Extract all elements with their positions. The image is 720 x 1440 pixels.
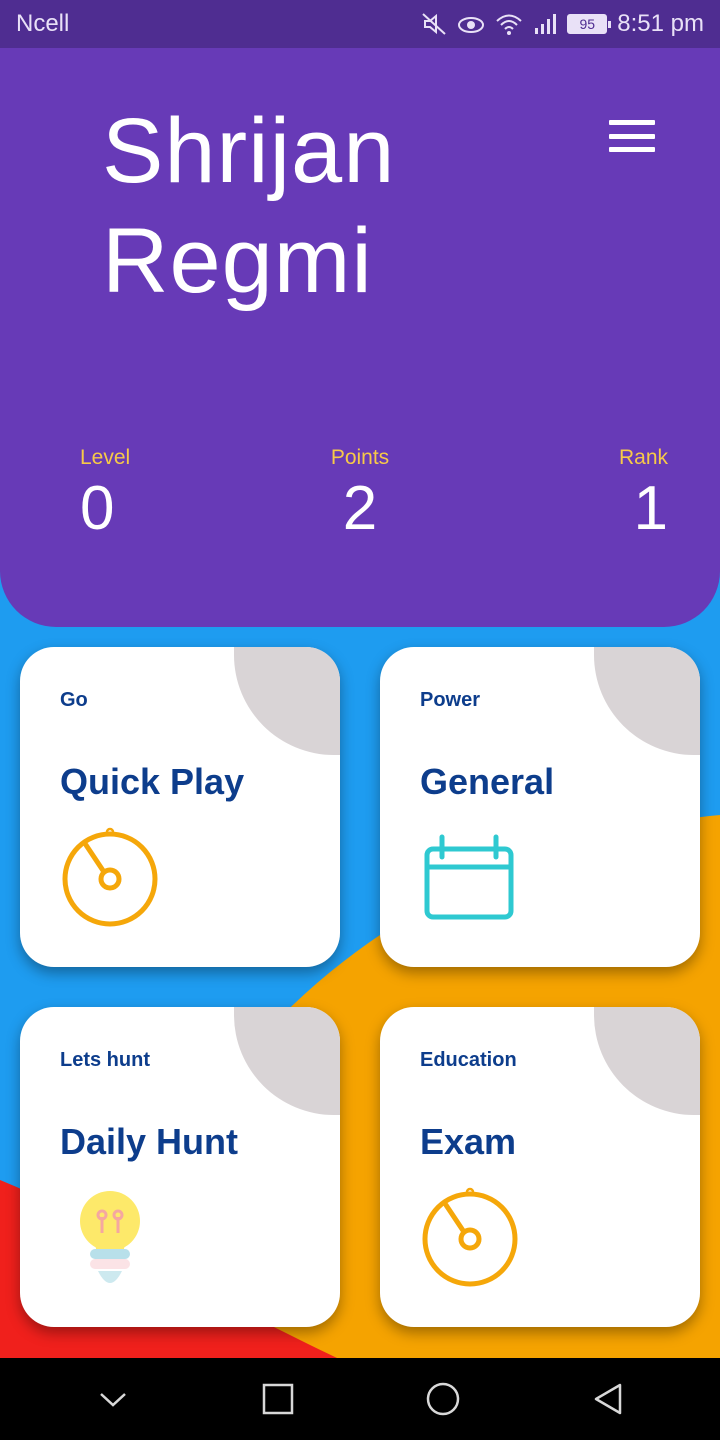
card-title: Quick Play — [60, 761, 245, 802]
card-decoration — [594, 647, 700, 755]
carrier-name: Ncell — [16, 10, 70, 37]
status-time: 8:51 pm — [617, 10, 704, 37]
card-subtitle: Education — [420, 1049, 517, 1071]
card-subtitle: Go — [60, 689, 88, 711]
stat-rank-value: 1 — [633, 474, 668, 543]
card-decoration — [234, 1007, 340, 1115]
status-bar: Ncell 95 8:51 pm — [0, 0, 720, 48]
card-subtitle: Lets hunt — [60, 1049, 150, 1071]
card-subtitle: Power — [420, 689, 481, 711]
chevron-down-icon[interactable] — [83, 1369, 143, 1429]
card-general[interactable]: Power General — [380, 647, 700, 967]
stat-rank-label: Rank — [618, 446, 668, 469]
stat-level-label: Level — [80, 446, 131, 469]
mute-icon — [421, 12, 447, 36]
stat-level-value: 0 — [80, 474, 115, 543]
stat-level: Level 0 — [80, 446, 130, 544]
card-daily-hunt[interactable]: Lets hunt Daily Hunt — [20, 1007, 340, 1327]
card-decoration — [234, 647, 340, 755]
hamburger-menu-icon[interactable] — [606, 114, 658, 158]
profile-header: Shrijan Regmi Level 0 Points 2 Rank 1 — [0, 48, 720, 627]
eye-icon — [457, 12, 485, 36]
home-icon[interactable] — [413, 1369, 473, 1429]
status-icons: 95 8:51 pm — [421, 10, 704, 38]
system-nav-bar — [0, 1358, 720, 1440]
card-title: Exam — [420, 1121, 517, 1162]
recent-apps-icon[interactable] — [248, 1369, 308, 1429]
signal-icon — [533, 12, 557, 36]
user-name: Shrijan Regmi — [102, 96, 522, 316]
lightbulb-icon — [76, 1191, 146, 1290]
user-first-name: Shrijan — [102, 100, 396, 202]
battery-icon: 95 — [567, 14, 612, 34]
card-exam[interactable]: Education Exam — [380, 1007, 700, 1327]
back-icon[interactable] — [578, 1369, 638, 1429]
stat-points: Points 2 — [300, 446, 420, 544]
card-title: Daily Hunt — [60, 1121, 239, 1162]
user-last-name: Regmi — [102, 210, 373, 312]
card-title: General — [420, 761, 555, 802]
card-quick-play[interactable]: Go Quick Play — [20, 647, 340, 967]
stopwatch-icon — [60, 827, 160, 932]
stat-points-value: 2 — [342, 474, 378, 543]
stat-points-label: Points — [330, 446, 390, 469]
stat-rank: Rank 1 — [560, 446, 668, 544]
card-decoration — [594, 1007, 700, 1115]
calendar-icon — [420, 833, 516, 928]
stopwatch-icon — [420, 1187, 520, 1292]
wifi-icon — [495, 12, 523, 36]
